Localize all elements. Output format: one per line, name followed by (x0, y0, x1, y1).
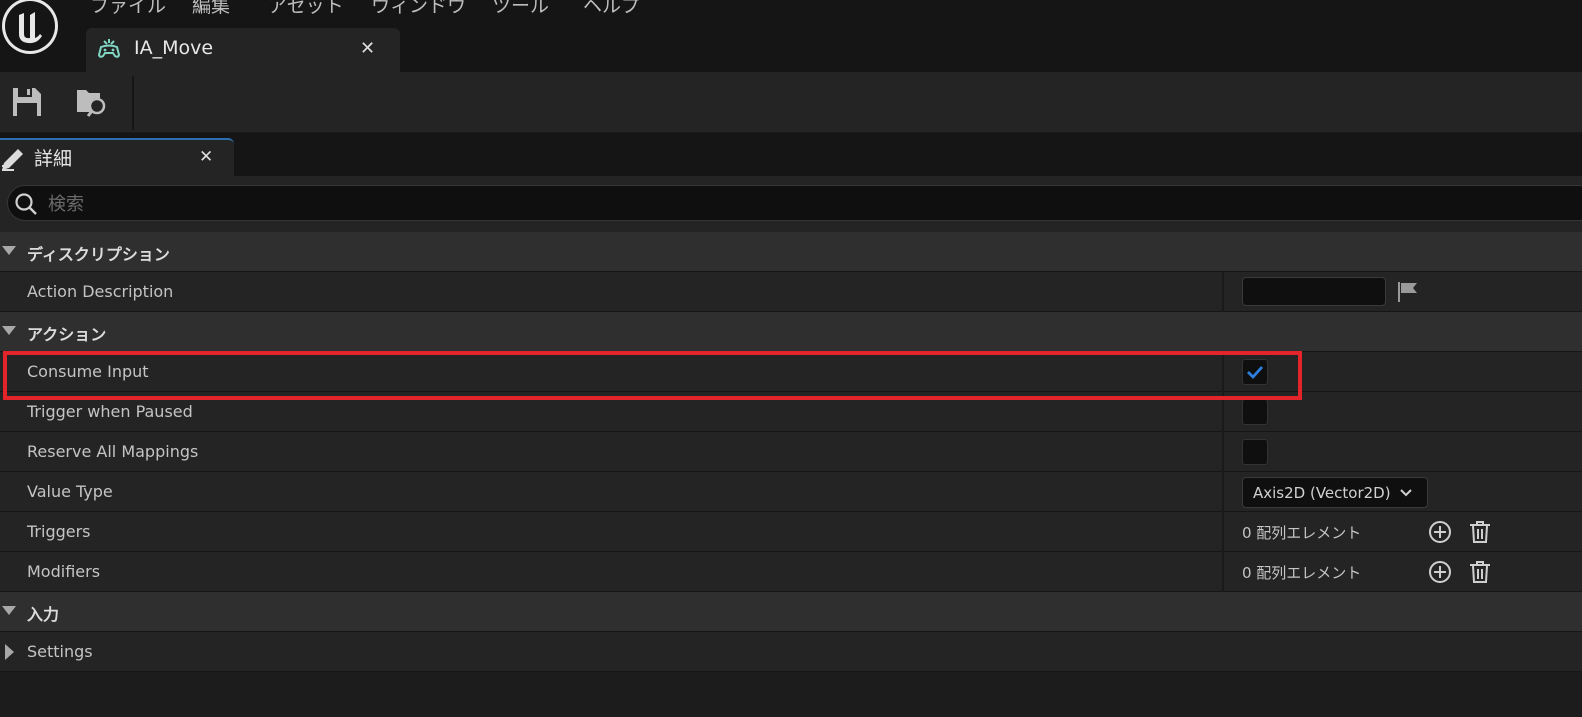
column-splitter[interactable] (1222, 432, 1224, 472)
property-row-settings[interactable]: Settings (0, 632, 1582, 672)
column-splitter[interactable] (1222, 472, 1224, 512)
dropdown-value: Axis2D (Vector2D) (1253, 484, 1391, 502)
column-splitter[interactable] (1222, 512, 1224, 552)
column-splitter[interactable] (1222, 352, 1224, 392)
menu-help[interactable]: ヘルプ (583, 0, 640, 18)
category-action[interactable]: アクション (0, 312, 1582, 352)
reserve-all-mappings-checkbox[interactable] (1242, 439, 1268, 465)
close-icon[interactable]: ✕ (360, 38, 375, 60)
details-tab-strip (0, 134, 1582, 176)
search-bar (0, 176, 1582, 232)
column-splitter[interactable] (1222, 552, 1224, 592)
consume-input-checkbox[interactable] (1242, 359, 1268, 385)
category-label: アクション (27, 325, 107, 344)
expand-arrow-icon[interactable] (5, 644, 14, 660)
title-bar: ファイル 編集 アセット ウィンドウ ツール ヘルプ IA_Move ✕ (0, 0, 1582, 72)
property-label: Action Description (27, 282, 174, 301)
menu-window[interactable]: ウィンドウ (371, 0, 466, 18)
pencil-icon (2, 149, 23, 171)
chevron-down-icon (1400, 489, 1412, 497)
menu-file[interactable]: ファイル (90, 0, 166, 18)
property-row-trigger-when-paused: Trigger when Paused (0, 392, 1582, 432)
browse-icon[interactable] (74, 84, 110, 120)
toolbar (0, 72, 1582, 133)
menu-asset[interactable]: アセット (268, 0, 344, 18)
search-input[interactable] (48, 190, 1448, 218)
property-label: Value Type (27, 482, 113, 501)
search-icon (15, 193, 37, 215)
add-icon[interactable] (1428, 560, 1452, 584)
category-label: 入力 (27, 605, 60, 624)
collapse-arrow-icon[interactable] (2, 246, 16, 255)
property-row-value-type: Value Type Axis2D (Vector2D) (0, 472, 1582, 512)
flag-icon[interactable] (1396, 280, 1420, 304)
document-tab[interactable]: IA_Move ✕ (86, 28, 400, 72)
details-panel: ディスクリプション Action Description アクション Consu… (0, 232, 1582, 717)
gamepad-icon (97, 39, 121, 58)
column-splitter[interactable] (1222, 272, 1224, 312)
property-label: Triggers (27, 522, 91, 541)
search-box[interactable] (7, 185, 1582, 221)
value-type-dropdown[interactable]: Axis2D (Vector2D) (1242, 477, 1428, 508)
trash-icon[interactable] (1469, 520, 1491, 544)
property-label: Consume Input (27, 362, 149, 381)
property-label: Settings (27, 642, 93, 661)
category-label: ディスクリプション (27, 245, 170, 264)
unreal-engine-logo[interactable] (0, 0, 60, 58)
document-tab-title: IA_Move (134, 37, 214, 59)
category-input[interactable]: 入力 (0, 592, 1582, 632)
trigger-when-paused-checkbox[interactable] (1242, 399, 1268, 425)
trash-icon[interactable] (1469, 560, 1491, 584)
check-icon (1247, 366, 1264, 380)
close-icon[interactable]: ✕ (199, 147, 213, 167)
toolbar-divider (132, 76, 134, 130)
action-description-input[interactable] (1242, 277, 1386, 306)
collapse-arrow-icon[interactable] (2, 606, 16, 615)
menu-edit[interactable]: 編集 (192, 0, 230, 18)
menu-tools[interactable]: ツール (492, 0, 549, 18)
collapse-arrow-icon[interactable] (2, 326, 16, 335)
triggers-count: 0 配列エレメント (1242, 524, 1362, 542)
modifiers-count: 0 配列エレメント (1242, 564, 1362, 582)
property-row-modifiers: Modifiers 0 配列エレメント (0, 552, 1582, 592)
property-row-triggers: Triggers 0 配列エレメント (0, 512, 1582, 552)
category-description[interactable]: ディスクリプション (0, 232, 1582, 272)
property-label: Trigger when Paused (27, 402, 193, 421)
add-icon[interactable] (1428, 520, 1452, 544)
property-row-consume-input: Consume Input (0, 352, 1582, 392)
details-tab[interactable]: 詳細 ✕ (0, 138, 234, 176)
property-label: Modifiers (27, 562, 101, 581)
column-splitter[interactable] (1222, 392, 1224, 432)
property-row-action-description: Action Description (0, 272, 1582, 312)
property-label: Reserve All Mappings (27, 442, 199, 461)
save-icon[interactable] (9, 84, 45, 120)
details-tab-title: 詳細 (34, 148, 73, 170)
property-row-reserve-all-mappings: Reserve All Mappings (0, 432, 1582, 472)
